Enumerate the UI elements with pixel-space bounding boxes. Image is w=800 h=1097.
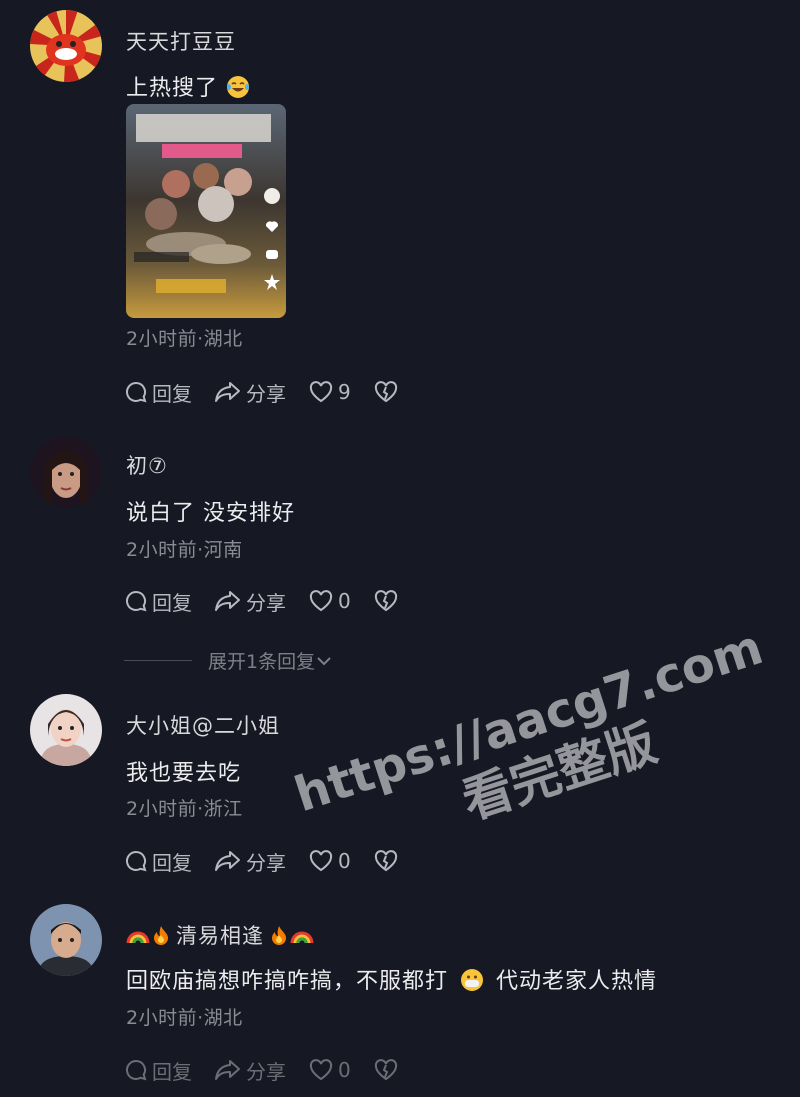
reply-button[interactable]: 回复 xyxy=(124,1056,192,1085)
reply-icon xyxy=(126,381,147,403)
divider-line xyxy=(124,660,192,661)
mask-face-emoji-icon xyxy=(461,969,484,991)
username[interactable]: 初⑦ xyxy=(126,450,168,480)
comment-text-part: 回欧庙搞想咋搞咋搞，不服都打 xyxy=(126,969,449,994)
share-button[interactable]: 分享 xyxy=(214,1056,286,1085)
expand-replies-label: 展开1条回复 xyxy=(208,651,316,673)
fire-icon xyxy=(154,926,168,945)
share-label: 分享 xyxy=(246,850,286,875)
username-text: 清易相逢 xyxy=(176,924,264,948)
avatar[interactable] xyxy=(30,436,102,508)
avatar[interactable] xyxy=(30,10,102,82)
heart-icon xyxy=(309,850,333,872)
chevron-down-icon xyxy=(317,656,331,665)
comment-actions: 回复 分享 9 xyxy=(124,377,425,407)
comment-text-content: 上热搜了 xyxy=(126,76,219,101)
like-count: 0 xyxy=(338,1058,351,1082)
reply-icon xyxy=(126,1059,147,1081)
comment-text: 我也要去吃 xyxy=(126,761,242,786)
comment-text: 回欧庙搞想咋搞咋搞，不服都打 代动老家人热情 xyxy=(126,963,657,995)
reply-icon xyxy=(126,850,147,872)
like-count: 9 xyxy=(338,380,351,404)
share-icon xyxy=(215,382,240,402)
dislike-button[interactable] xyxy=(373,849,403,873)
reply-button[interactable]: 回复 xyxy=(124,587,192,616)
rainbow-icon xyxy=(126,931,150,944)
reply-label: 回复 xyxy=(152,850,192,875)
like-button[interactable]: 9 xyxy=(308,380,351,404)
reply-icon xyxy=(126,590,147,612)
username[interactable]: 清易相逢 xyxy=(126,920,314,950)
heart-icon xyxy=(309,590,333,612)
comment-actions: 回复 分享 0 xyxy=(124,1055,425,1085)
comment-actions: 回复 分享 0 xyxy=(124,586,425,616)
dislike-button[interactable] xyxy=(373,380,403,404)
share-label: 分享 xyxy=(246,381,286,406)
laughing-tears-emoji-icon xyxy=(227,76,250,98)
share-icon xyxy=(215,851,240,871)
dislike-button[interactable] xyxy=(373,1058,403,1082)
comment-text: 说白了 没安排好 xyxy=(126,501,295,526)
avatar[interactable] xyxy=(30,694,102,766)
reply-button[interactable]: 回复 xyxy=(124,378,192,407)
like-button[interactable]: 0 xyxy=(308,589,351,613)
heart-icon xyxy=(309,1059,333,1081)
broken-heart-icon xyxy=(374,381,397,403)
reply-button[interactable]: 回复 xyxy=(124,847,192,876)
broken-heart-icon xyxy=(374,590,397,612)
share-button[interactable]: 分享 xyxy=(214,587,286,616)
share-icon xyxy=(215,1060,240,1080)
reply-label: 回复 xyxy=(152,1059,192,1084)
comment-meta: 2小时前·湖北 xyxy=(126,328,243,350)
username[interactable]: 大小姐@二小姐 xyxy=(126,710,280,740)
like-count: 0 xyxy=(338,589,351,613)
like-button[interactable]: 0 xyxy=(308,1058,351,1082)
heart-icon xyxy=(309,381,333,403)
share-label: 分享 xyxy=(246,1059,286,1084)
comment-meta: 2小时前·湖北 xyxy=(126,1007,243,1029)
share-label: 分享 xyxy=(246,590,286,615)
comment-meta: 2小时前·浙江 xyxy=(126,798,243,820)
username[interactable]: 天天打豆豆 xyxy=(126,26,236,56)
dislike-button[interactable] xyxy=(373,589,403,613)
comment-actions: 回复 分享 0 xyxy=(124,846,425,876)
comment-meta: 2小时前·河南 xyxy=(126,539,243,561)
rainbow-icon xyxy=(290,931,314,944)
like-button[interactable]: 0 xyxy=(308,849,351,873)
comment-text: 上热搜了 xyxy=(126,70,250,102)
video-thumbnail[interactable] xyxy=(126,104,286,318)
share-icon xyxy=(215,591,240,611)
share-button[interactable]: 分享 xyxy=(214,378,286,407)
like-count: 0 xyxy=(338,849,351,873)
reply-label: 回复 xyxy=(152,381,192,406)
share-button[interactable]: 分享 xyxy=(214,847,286,876)
reply-label: 回复 xyxy=(152,590,192,615)
comment-text-part: 代动老家人热情 xyxy=(496,969,658,994)
expand-replies-button[interactable]: 展开1条回复 xyxy=(124,647,333,674)
broken-heart-icon xyxy=(374,850,397,872)
broken-heart-icon xyxy=(374,1059,397,1081)
fire-icon xyxy=(272,926,286,945)
avatar[interactable] xyxy=(30,904,102,976)
